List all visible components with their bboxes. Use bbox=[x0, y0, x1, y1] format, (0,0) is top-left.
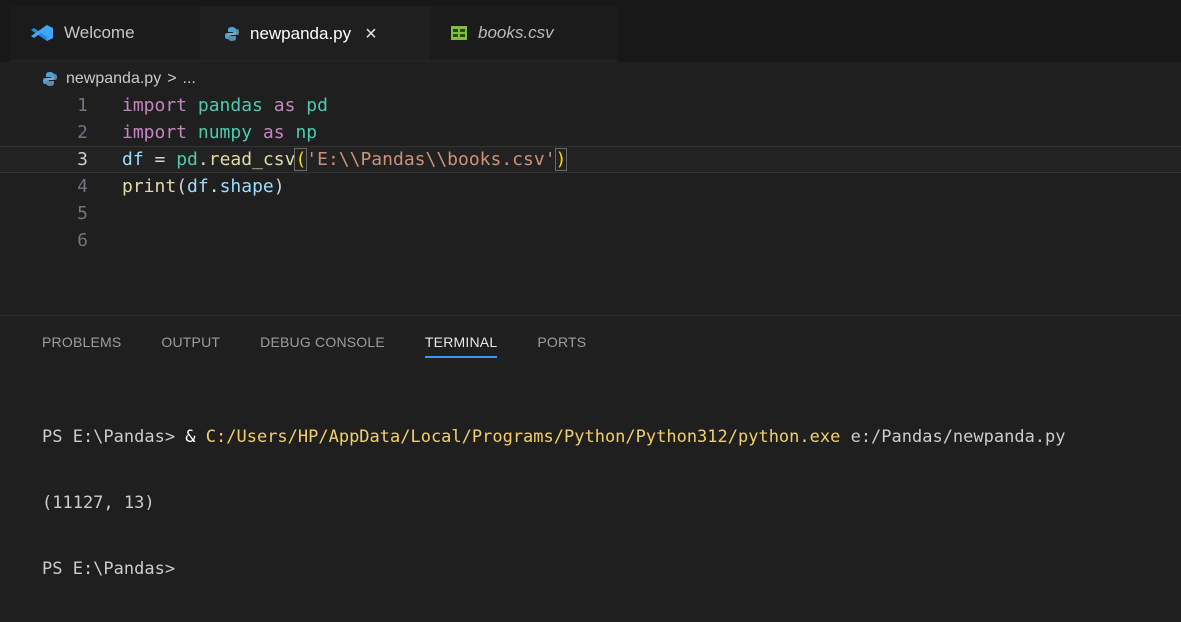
code-line[interactable]: 1 import pandas as pd bbox=[0, 92, 1181, 119]
function-name: print bbox=[122, 176, 177, 197]
code-line[interactable]: 4 print(df.shape) bbox=[0, 173, 1181, 200]
keyword: as bbox=[262, 122, 285, 143]
tab-label: Welcome bbox=[64, 23, 135, 42]
tab-label: newpanda.py bbox=[250, 24, 352, 43]
module-name: pandas bbox=[197, 95, 263, 116]
terminal-line: PS E:\Pandas> & C:/Users/HP/AppData/Loca… bbox=[42, 424, 1066, 450]
tab-output[interactable]: OUTPUT bbox=[161, 334, 220, 358]
code-text: df = pd.read_csv('E:\\Pandas\\books.csv'… bbox=[122, 148, 568, 171]
variable: df bbox=[187, 176, 209, 197]
code-text: import numpy as np bbox=[122, 122, 317, 143]
keyword: import bbox=[122, 95, 188, 116]
code-line[interactable]: 5 bbox=[0, 200, 1181, 227]
dot: . bbox=[197, 149, 209, 170]
open-bracket: ( bbox=[294, 148, 308, 171]
tab-books-csv[interactable]: books.csv bbox=[430, 6, 618, 60]
editor-tab-bar: Welcome newpanda.py × books.csv bbox=[0, 0, 1181, 62]
line-number: 6 bbox=[77, 230, 88, 251]
code-line-current[interactable]: 3 df = pd.read_csv('E:\\Pandas\\books.cs… bbox=[0, 146, 1181, 173]
line-number: 4 bbox=[77, 176, 88, 197]
dot: . bbox=[208, 176, 220, 197]
python-icon bbox=[224, 26, 240, 42]
keyword: as bbox=[273, 95, 296, 116]
module-alias: pd bbox=[176, 149, 198, 170]
terminal-output: (11127, 13) bbox=[42, 493, 155, 513]
tab-debug-console[interactable]: DEBUG CONSOLE bbox=[260, 334, 385, 358]
tab-problems[interactable]: PROBLEMS bbox=[42, 334, 121, 358]
tab-newpanda-py[interactable]: newpanda.py × bbox=[200, 6, 430, 60]
vscode-window: Welcome newpanda.py × books.csv newpanda… bbox=[0, 0, 1181, 579]
line-number: 2 bbox=[77, 122, 88, 143]
variable: df bbox=[122, 149, 144, 170]
terminal-prompt-line: PS E:\Pandas> bbox=[42, 559, 176, 579]
close-icon[interactable]: × bbox=[365, 23, 377, 46]
attribute: shape bbox=[219, 176, 274, 197]
line-number: 3 bbox=[77, 149, 88, 170]
tab-ports[interactable]: PORTS bbox=[537, 334, 586, 358]
csv-icon bbox=[450, 25, 468, 41]
breadcrumb-file[interactable]: newpanda.py bbox=[66, 70, 161, 88]
string-literal: 'E:\\Pandas\\books.csv' bbox=[306, 149, 556, 170]
close-paren: ) bbox=[273, 176, 285, 197]
bottom-panel: PROBLEMS OUTPUT DEBUG CONSOLE TERMINAL P… bbox=[0, 315, 1181, 579]
python-icon bbox=[42, 71, 58, 87]
terminal-argument: e:/Pandas/newpanda.py bbox=[840, 427, 1066, 447]
line-number: 1 bbox=[77, 95, 88, 116]
open-paren: ( bbox=[176, 176, 188, 197]
code-line[interactable]: 6 bbox=[0, 227, 1181, 254]
code-text: print(df.shape) bbox=[122, 176, 285, 197]
terminal-executable: C:/Users/HP/AppData/Local/Programs/Pytho… bbox=[205, 427, 841, 447]
terminal-operator: & bbox=[185, 427, 206, 447]
keyword: import bbox=[122, 122, 188, 143]
line-number: 5 bbox=[77, 203, 88, 224]
vscode-icon bbox=[30, 24, 54, 42]
breadcrumb: newpanda.py > ... bbox=[42, 66, 196, 92]
terminal-prompt: PS E:\Pandas> bbox=[42, 427, 186, 447]
function-name: read_csv bbox=[208, 149, 296, 170]
panel-tabs: PROBLEMS OUTPUT DEBUG CONSOLE TERMINAL P… bbox=[42, 334, 626, 358]
close-bracket: ) bbox=[554, 148, 568, 171]
code-editor[interactable]: 1 import pandas as pd 2 import numpy as … bbox=[0, 92, 1181, 312]
module-name: numpy bbox=[197, 122, 253, 143]
tab-welcome[interactable]: Welcome bbox=[10, 6, 200, 60]
breadcrumb-symbols[interactable]: ... bbox=[183, 70, 196, 88]
code-text: import pandas as pd bbox=[122, 95, 328, 116]
code-line[interactable]: 2 import numpy as np bbox=[0, 119, 1181, 146]
tab-terminal[interactable]: TERMINAL bbox=[424, 334, 498, 358]
terminal[interactable]: PS E:\Pandas> & C:/Users/HP/AppData/Loca… bbox=[42, 384, 1066, 622]
operator: = bbox=[143, 149, 177, 170]
tab-label: books.csv bbox=[478, 23, 554, 42]
module-alias: np bbox=[295, 122, 318, 143]
breadcrumb-separator: > bbox=[167, 70, 177, 87]
module-alias: pd bbox=[306, 95, 328, 116]
